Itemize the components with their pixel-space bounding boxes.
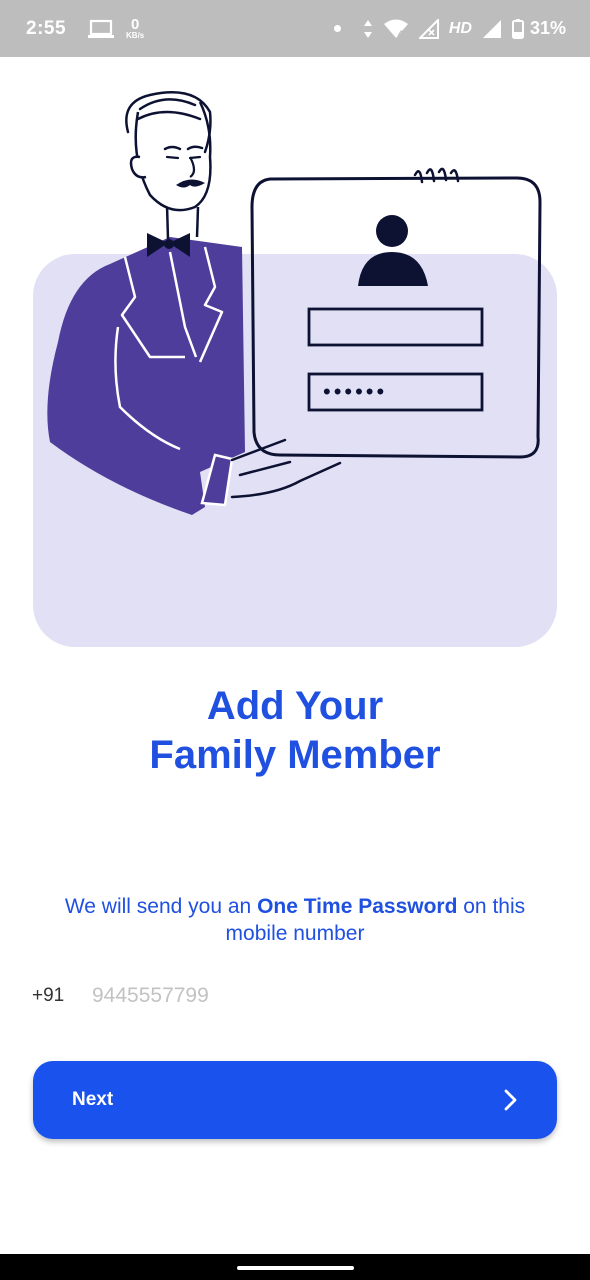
phone-row: +91 — [32, 982, 392, 1010]
next-button-label: Next — [72, 1089, 114, 1110]
otp-info-text: We will send you an One Time Password on… — [40, 893, 550, 947]
battery-icon — [511, 18, 524, 39]
system-nav-bar — [0, 1254, 590, 1280]
battery-percentage: 31% — [529, 18, 566, 38]
status-time: 2:55 — [26, 17, 67, 39]
country-code[interactable]: +91 — [32, 985, 92, 1007]
page-title-line1: Add Your — [206, 684, 384, 728]
next-button[interactable]: Next — [33, 1061, 557, 1139]
illustration-password-mask: •••••• — [323, 379, 387, 404]
signal-icon — [418, 18, 439, 39]
mobile-number-input[interactable] — [92, 984, 392, 1008]
otp-info-bold: One Time Password — [257, 895, 458, 918]
network-speed: 0 KB/s — [126, 17, 144, 40]
page-title: Add Your Family Member — [0, 682, 590, 780]
otp-info-prefix: We will send you an — [64, 895, 258, 918]
data-arrows-icon — [363, 19, 372, 38]
login-illustration: •••••• — [33, 91, 557, 647]
laptop-icon — [88, 19, 115, 38]
chevron-right-icon — [504, 1089, 517, 1111]
signal-icon — [482, 19, 501, 38]
wifi-icon: 4 — [383, 19, 408, 39]
status-bar: 2:55 0 KB/s 4 HD 31% — [0, 0, 590, 57]
page-title-line2: Family Member — [149, 733, 441, 777]
network-type: HD — [448, 19, 472, 37]
notification-dot-icon — [333, 25, 341, 32]
status-icons: 4 HD 31% — [333, 18, 566, 39]
svg-text:4: 4 — [398, 29, 403, 39]
network-speed-value: 0 — [130, 16, 140, 33]
network-speed-unit: KB/s — [126, 31, 145, 40]
home-indicator[interactable] — [237, 1266, 354, 1270]
user-avatar-icon — [358, 215, 428, 286]
